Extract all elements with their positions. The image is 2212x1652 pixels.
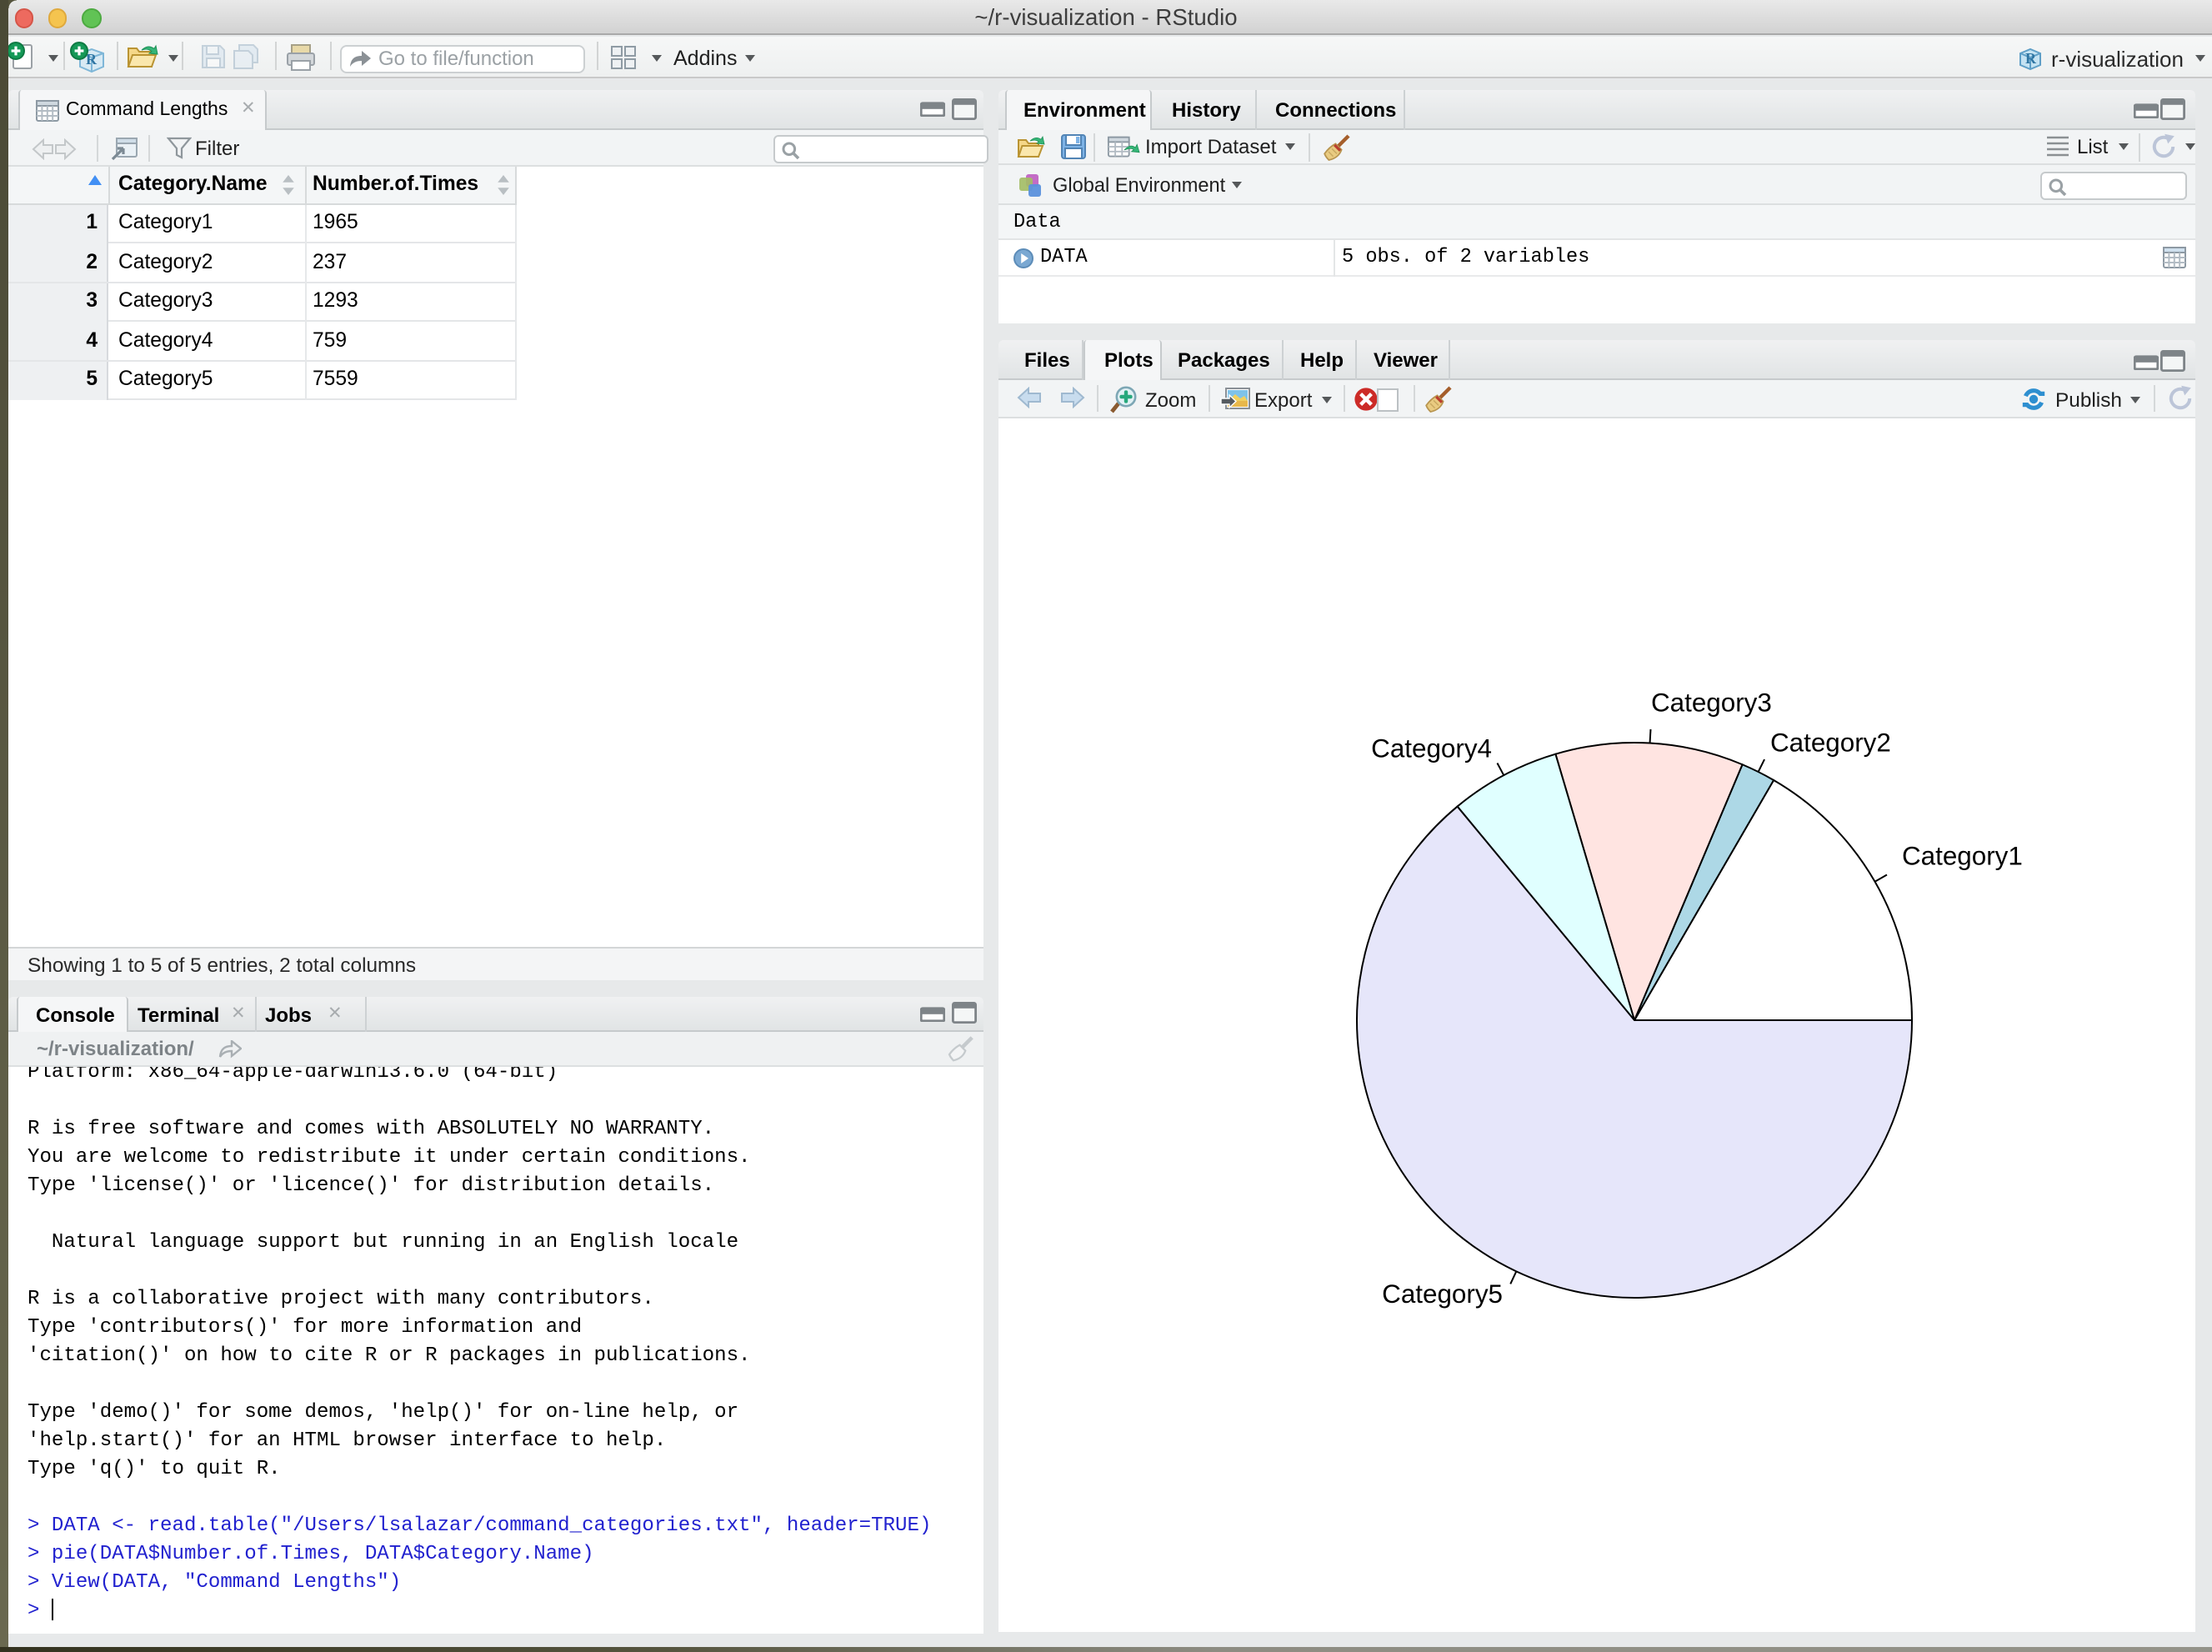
svg-text:Category5: Category5: [1382, 1279, 1503, 1308]
svg-text:Category2: Category2: [1770, 728, 1891, 757]
svg-text:Category1: Category1: [1902, 841, 2023, 870]
svg-text:Category3: Category3: [1651, 688, 1772, 717]
svg-text:R: R: [2024, 49, 2036, 66]
svg-text:Category4: Category4: [1371, 733, 1492, 763]
